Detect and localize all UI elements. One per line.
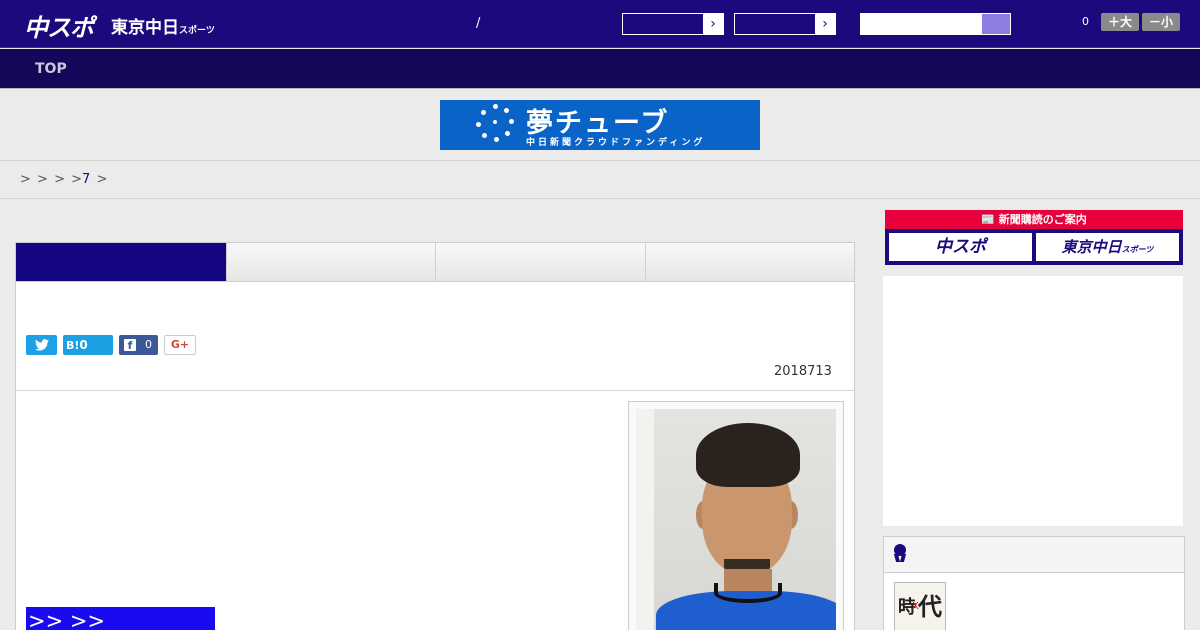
hatena-label: B! — [66, 339, 80, 352]
article-photo[interactable] — [636, 409, 836, 630]
subscription-box: 中スポ 東京中日スポーツ — [885, 229, 1183, 265]
subscribe-tokyo-chunichi-button[interactable]: 東京中日スポーツ — [1036, 233, 1179, 261]
category-select-1[interactable]: › — [622, 13, 724, 35]
divider — [16, 390, 854, 391]
category-select-2[interactable]: › — [734, 13, 836, 35]
tab-1[interactable] — [16, 243, 226, 288]
font-increase-button[interactable]: ＋大 — [1101, 13, 1139, 31]
tab-3[interactable] — [435, 243, 645, 282]
divider — [0, 160, 1200, 161]
chuspo-logo[interactable]: 中スポ — [24, 8, 94, 43]
search-button[interactable] — [982, 14, 1010, 34]
tokyo-chunichi-logo-text: 東京中日 — [111, 18, 179, 38]
font-size-count: 0 — [1082, 15, 1089, 28]
dots-logo-icon — [474, 104, 516, 146]
breadcrumb-separator: > — [20, 172, 31, 187]
subscribe-chuspo-button[interactable]: 中スポ — [889, 233, 1032, 261]
article-tabs — [15, 242, 855, 288]
facebook-share-button[interactable]: f 0 — [119, 335, 158, 355]
thumb-char: 代 — [918, 593, 942, 621]
thumb-char: X — [912, 601, 919, 612]
font-decrease-button[interactable]: －小 — [1142, 13, 1180, 31]
article-date: 2018713 — [774, 364, 832, 379]
main-nav: TOP — [0, 49, 1200, 89]
hatena-count: 0 — [79, 338, 88, 352]
banner-subtitle: 中日新聞クラウドファンディング — [526, 138, 706, 148]
breadcrumb-separator: > — [54, 172, 65, 187]
facebook-count: 0 — [145, 338, 152, 351]
read-more-link[interactable]: >> >> — [26, 607, 215, 630]
site-header: 中スポ 東京中日スポーツ / › › 0 ＋大 －小 — [0, 0, 1200, 48]
divider — [0, 198, 1200, 199]
nav-item-top[interactable]: TOP — [35, 61, 67, 77]
breadcrumb-link[interactable]: 7 — [82, 172, 90, 187]
ranking-thumbnail[interactable]: 時 代 X — [894, 582, 946, 630]
google-plus-button[interactable]: G+ — [164, 335, 196, 355]
breadcrumb: > > > >7 > — [20, 172, 107, 187]
subscribe-tokyo-chunichi-text: 東京中日 — [1061, 238, 1122, 256]
tab-2[interactable] — [226, 243, 436, 282]
header-separator: / — [476, 16, 481, 31]
breadcrumb-separator: > — [96, 172, 108, 187]
hatena-bookmark-button[interactable]: B!0 — [63, 335, 113, 355]
breadcrumb-separator: > — [71, 172, 83, 187]
facebook-icon: f — [124, 339, 136, 352]
subscription-header: 📰 新聞購読のご案内 — [885, 210, 1183, 229]
subscribe-tokyo-chunichi-small: スポーツ — [1121, 245, 1154, 254]
ranking-panel: 時 代 X — [883, 536, 1185, 630]
breadcrumb-separator: > — [37, 172, 48, 187]
medal-icon — [893, 544, 908, 564]
twitter-share-button[interactable] — [26, 335, 57, 355]
tab-4[interactable] — [645, 243, 854, 282]
ad-slot[interactable] — [883, 276, 1183, 526]
tokyo-chunichi-logo-small: スポーツ — [179, 26, 215, 36]
chevron-right-icon: › — [703, 14, 723, 34]
ranking-header — [884, 537, 1184, 573]
chevron-right-icon: › — [815, 14, 835, 34]
twitter-icon — [34, 339, 49, 351]
search-input[interactable] — [860, 13, 1011, 35]
tokyo-chunichi-logo[interactable]: 東京中日スポーツ — [111, 13, 215, 38]
yume-tube-banner[interactable]: 夢チューブ 中日新聞クラウドファンディング — [440, 100, 760, 150]
